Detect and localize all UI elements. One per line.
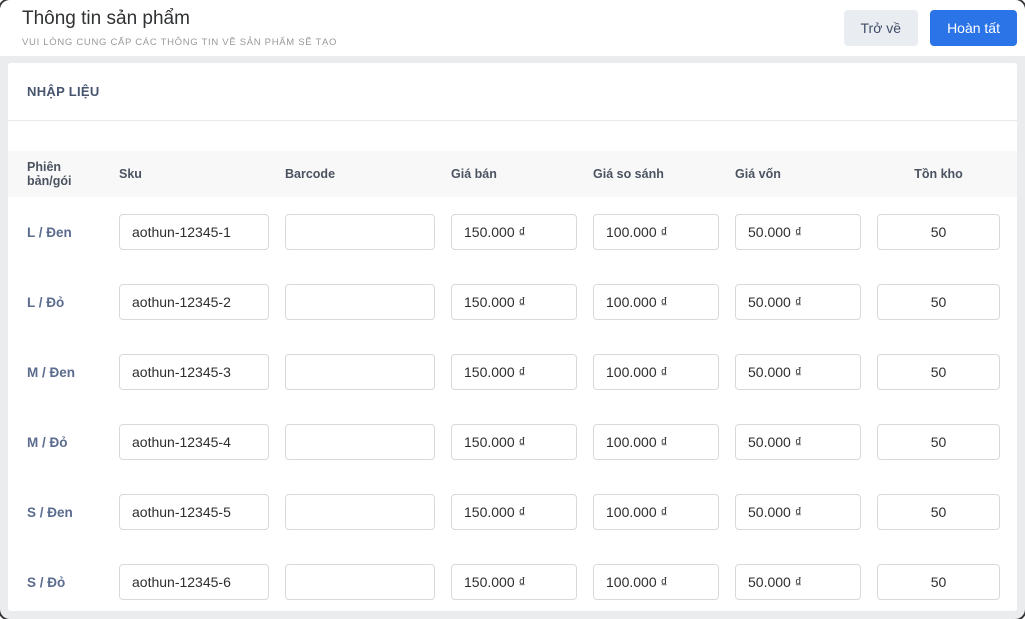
barcode-input[interactable]: [285, 424, 435, 460]
compare-price-input[interactable]: [593, 354, 719, 390]
cost-price-input[interactable]: [735, 214, 861, 250]
variant-label: L / Đỏ: [27, 294, 65, 310]
input-card: NHẬP LIỆU Phiên bản/gói Sku Barcode Giá …: [8, 63, 1017, 611]
cost-price-input[interactable]: [735, 494, 861, 530]
sku-input[interactable]: [119, 284, 269, 320]
stock-input[interactable]: [877, 354, 1000, 390]
price-input[interactable]: [451, 564, 577, 600]
price-input[interactable]: [451, 214, 577, 250]
barcode-input[interactable]: [285, 284, 435, 320]
barcode-input[interactable]: [285, 214, 435, 250]
table-row: L / Đỏ: [8, 267, 1017, 337]
compare-price-input[interactable]: [593, 214, 719, 250]
compare-price-input[interactable]: [593, 564, 719, 600]
table-row: M / Đen: [8, 337, 1017, 407]
table-row: M / Đỏ: [8, 407, 1017, 477]
page-title: Thông tin sản phẩm: [22, 8, 190, 30]
sku-input[interactable]: [119, 424, 269, 460]
price-input[interactable]: [451, 284, 577, 320]
header-actions: Trở về Hoàn tất: [843, 10, 1017, 46]
page-header: Thông tin sản phẩm VUI LÒNG CUNG CẤP CÁC…: [0, 0, 1025, 56]
table-row: S / Đỏ: [8, 547, 1017, 611]
table-row: S / Đen: [8, 477, 1017, 547]
compare-price-input[interactable]: [593, 284, 719, 320]
column-header-compare-price: Giá so sánh: [593, 167, 664, 181]
stock-input[interactable]: [877, 214, 1000, 250]
sku-input[interactable]: [119, 214, 269, 250]
stock-input[interactable]: [877, 424, 1000, 460]
variant-label: M / Đỏ: [27, 434, 68, 450]
column-header-variant: Phiên bản/gói: [27, 160, 72, 188]
variant-label: M / Đen: [27, 364, 76, 380]
cost-price-input[interactable]: [735, 354, 861, 390]
page-header-titles: Thông tin sản phẩm VUI LÒNG CUNG CẤP CÁC…: [22, 8, 337, 48]
sku-input[interactable]: [119, 494, 269, 530]
compare-price-input[interactable]: [593, 424, 719, 460]
price-input[interactable]: [451, 494, 577, 530]
cost-price-input[interactable]: [735, 424, 861, 460]
finish-button[interactable]: Hoàn tất: [930, 10, 1017, 46]
column-header-barcode: Barcode: [285, 167, 336, 181]
variant-label: S / Đen: [27, 504, 73, 520]
barcode-input[interactable]: [285, 494, 435, 530]
back-button[interactable]: Trở về: [843, 10, 919, 46]
stock-input[interactable]: [877, 494, 1000, 530]
cost-price-input[interactable]: [735, 564, 861, 600]
page-subtitle: VUI LÒNG CUNG CẤP CÁC THÔNG TIN VỀ SẢN P…: [22, 36, 338, 48]
compare-price-input[interactable]: [593, 494, 719, 530]
sku-input[interactable]: [119, 564, 269, 600]
barcode-input[interactable]: [285, 354, 435, 390]
variants-table: Phiên bản/gói Sku Barcode Giá bán Giá so…: [8, 151, 1017, 611]
variant-label: L / Đen: [27, 224, 72, 240]
product-info-window: Thông tin sản phẩm VUI LÒNG CUNG CẤP CÁC…: [0, 0, 1025, 619]
price-input[interactable]: [451, 424, 577, 460]
column-header-cost-price: Giá vốn: [735, 167, 781, 181]
cost-price-input[interactable]: [735, 284, 861, 320]
column-header-price: Giá bán: [451, 167, 497, 181]
sku-input[interactable]: [119, 354, 269, 390]
table-row: L / Đen: [8, 197, 1017, 267]
table-header-row: Phiên bản/gói Sku Barcode Giá bán Giá so…: [8, 151, 1017, 197]
stock-input[interactable]: [877, 284, 1000, 320]
card-section-title: NHẬP LIỆU: [8, 63, 1017, 121]
column-header-stock: Tồn kho: [914, 167, 963, 181]
barcode-input[interactable]: [285, 564, 435, 600]
price-input[interactable]: [451, 354, 577, 390]
stock-input[interactable]: [877, 564, 1000, 600]
variant-label: S / Đỏ: [27, 574, 66, 590]
column-header-sku: Sku: [119, 167, 142, 181]
